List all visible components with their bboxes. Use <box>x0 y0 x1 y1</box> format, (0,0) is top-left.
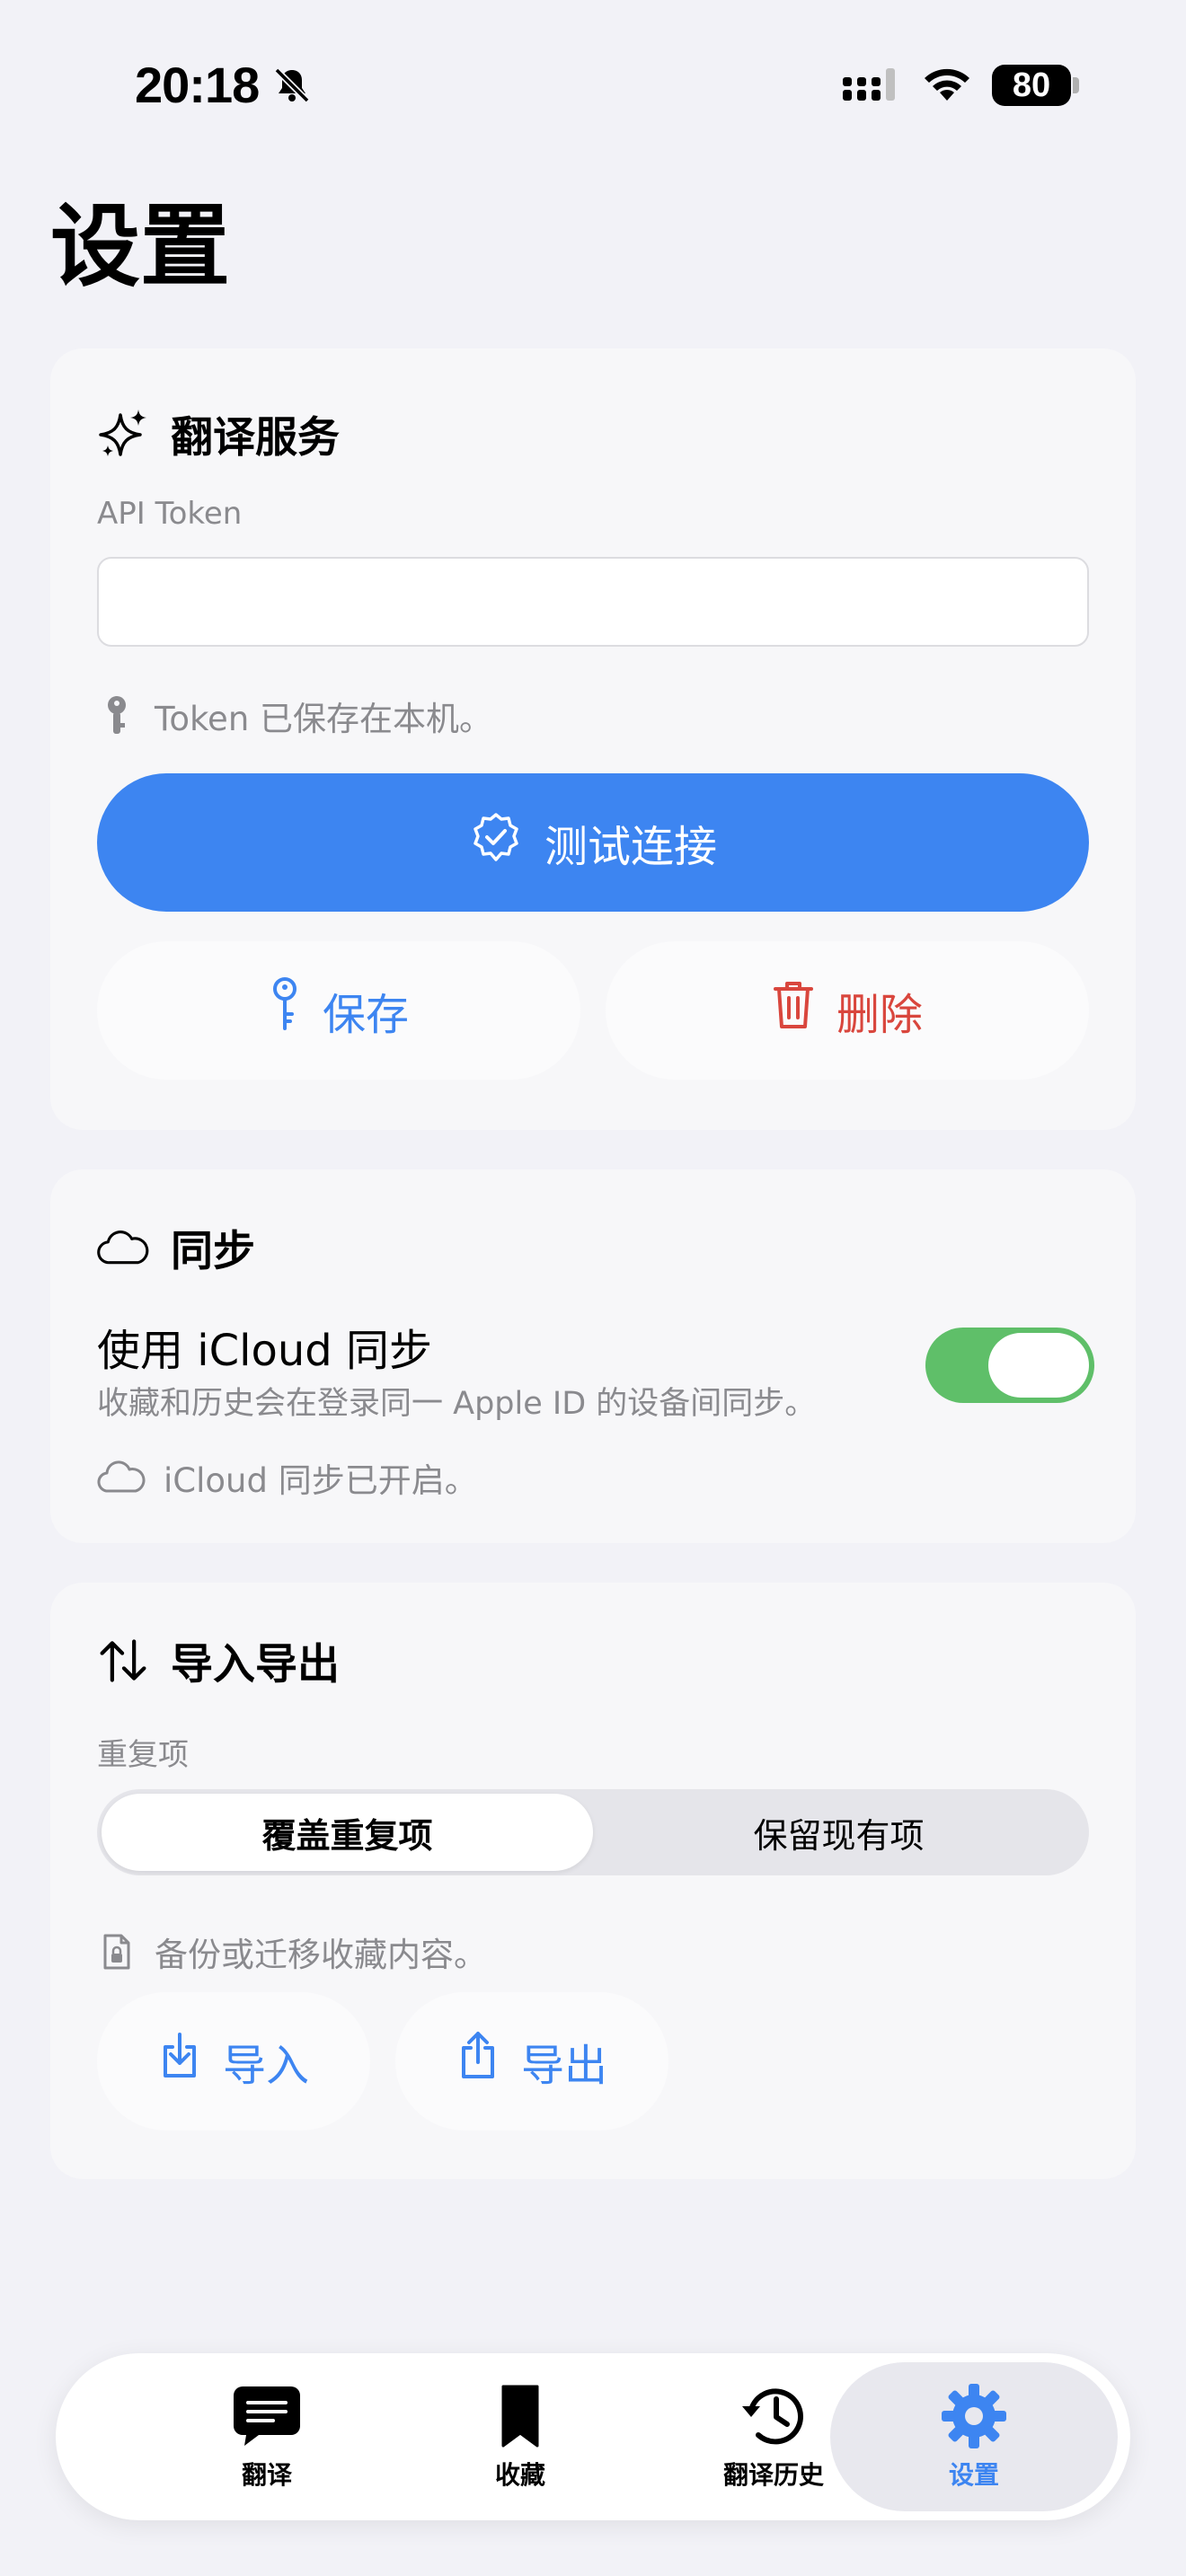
import-button[interactable]: 导入 <box>97 1992 370 2130</box>
api-token-input[interactable] <box>97 557 1089 647</box>
tab-bar: 翻译 收藏 翻译历史 设置 <box>56 2353 1130 2520</box>
bell-slash-icon <box>274 67 310 103</box>
api-token-label: API Token <box>97 496 243 532</box>
test-connection-label: 测试连接 <box>544 822 717 872</box>
tab-translate[interactable]: 翻译 <box>140 2362 394 2511</box>
duplicates-segmented-control: 覆盖重复项 保留现有项 <box>97 1789 1089 1875</box>
cellular-signal-icon <box>843 68 895 101</box>
battery-tip <box>1073 77 1079 93</box>
import-label: 导入 <box>222 2041 309 2091</box>
import-export-hint: 备份或迁移收藏内容。 <box>97 1928 487 1976</box>
save-label: 保存 <box>322 990 409 1040</box>
segment-keep-existing[interactable]: 保留现有项 <box>593 1794 1084 1871</box>
import-export-header: 导入导出 <box>97 1629 340 1691</box>
key-icon <box>269 976 301 1045</box>
tab-history-label: 翻译历史 <box>722 2460 824 2490</box>
icloud-sync-label: 使用 iCloud 同步 <box>97 1326 432 1376</box>
checkmark-seal-icon <box>469 810 523 875</box>
token-hint: Token 已保存在本机。 <box>97 692 492 740</box>
share-icon <box>456 2030 500 2093</box>
export-button[interactable]: 导出 <box>395 1992 668 2130</box>
import-export-hint-text: 备份或迁移收藏内容。 <box>155 1936 487 1974</box>
tab-settings-label: 设置 <box>948 2460 999 2490</box>
duplicates-label: 重复项 <box>97 1737 189 1773</box>
wifi-icon <box>925 68 969 101</box>
translation-service-header: 翻译服务 <box>97 402 340 464</box>
sync-header: 同步 <box>97 1216 255 1278</box>
toggle-knob <box>988 1333 1089 1398</box>
status-bar: 20:18 80 <box>0 0 1186 171</box>
segment-overwrite-duplicates[interactable]: 覆盖重复项 <box>102 1794 593 1871</box>
sync-card: 同步 使用 iCloud 同步 收藏和历史会在登录同一 Apple ID 的设备… <box>50 1169 1136 1543</box>
icloud-sync-description: 收藏和历史会在登录同一 Apple ID 的设备间同步。 <box>97 1386 817 1422</box>
save-button[interactable]: 保存 <box>97 941 580 1080</box>
translation-service-title: 翻译服务 <box>171 413 340 463</box>
import-export-title: 导入导出 <box>171 1640 340 1689</box>
document-lock-icon <box>97 1932 137 1972</box>
tab-favorites-label: 收藏 <box>494 2460 545 2490</box>
sync-status: iCloud 同步已开启。 <box>97 1453 478 1502</box>
tab-translate-label: 翻译 <box>241 2460 292 2490</box>
page-title: 设置 <box>50 194 230 299</box>
test-connection-button[interactable]: 测试连接 <box>97 773 1089 912</box>
translation-service-card: 翻译服务 API Token Token 已保存在本机。 测试连接 保存 删除 <box>50 348 1136 1130</box>
icloud-sync-toggle[interactable] <box>925 1328 1094 1403</box>
import-tray-icon <box>158 2031 201 2092</box>
sync-title: 同步 <box>171 1227 255 1276</box>
delete-label: 删除 <box>836 990 923 1040</box>
cloud-icon <box>97 1222 149 1274</box>
battery-indicator: 80 <box>992 65 1071 106</box>
cloud-icon <box>97 1458 146 1497</box>
sparkles-icon <box>97 408 149 460</box>
status-time: 20:18 <box>135 57 260 113</box>
history-clock-icon <box>738 2382 810 2450</box>
export-label: 导出 <box>520 2041 607 2091</box>
tab-favorites[interactable]: 收藏 <box>394 2362 647 2511</box>
sync-status-text: iCloud 同步已开启。 <box>164 1461 478 1500</box>
key-icon <box>97 696 137 736</box>
import-export-card: 导入导出 重复项 覆盖重复项 保留现有项 备份或迁移收藏内容。 导入 导出 <box>50 1583 1136 2179</box>
bookmark-icon <box>484 2382 556 2450</box>
token-hint-text: Token 已保存在本机。 <box>155 700 493 738</box>
chat-bubble-icon <box>231 2382 303 2450</box>
trash-icon <box>772 978 815 1043</box>
delete-button[interactable]: 删除 <box>606 941 1089 1080</box>
tab-settings[interactable]: 设置 <box>830 2362 1118 2511</box>
arrow-up-down-icon <box>97 1635 149 1687</box>
gear-icon <box>938 2382 1010 2450</box>
